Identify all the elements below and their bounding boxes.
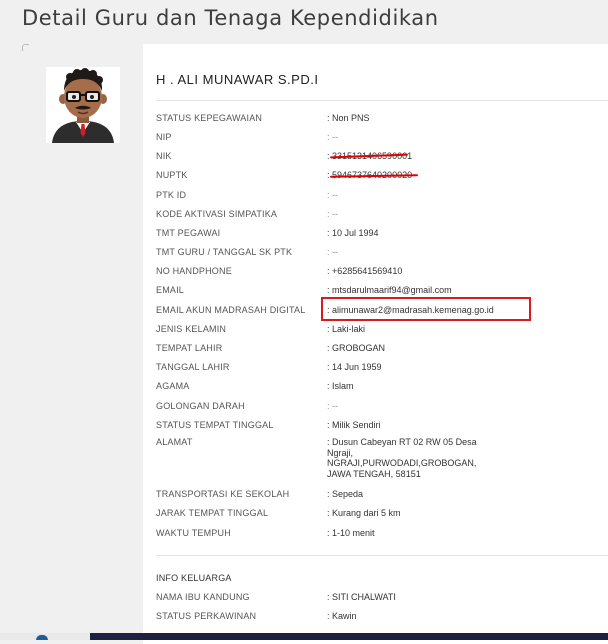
field-status-kepegawaian: STATUS KEPEGAWAIAN : Non PNS xyxy=(156,111,608,127)
field-value: : Non PNS xyxy=(327,113,370,123)
field-alamat: ALAMAT : Dusun Cabeyan RT 02 RW 05 Desa … xyxy=(156,437,608,485)
field-label: ALAMAT xyxy=(156,437,193,447)
field-golongan-darah: GOLONGAN DARAH : -- xyxy=(156,399,608,415)
field-status-tempat-tinggal: STATUS TEMPAT TINGGAL : Milik Sendiri xyxy=(156,418,608,434)
field-label: KODE AKTIVASI SIMPATIKA xyxy=(156,209,278,219)
field-value: : Islam xyxy=(327,381,354,391)
field-label: PTK ID xyxy=(156,190,187,200)
field-label: STATUS TEMPAT TINGGAL xyxy=(156,420,274,430)
field-label: NAMA IBU KANDUNG xyxy=(156,592,250,602)
field-label: NIP xyxy=(156,132,172,142)
field-jarak-tempat-tinggal: JARAK TEMPAT TINGGAL : Kurang dari 5 km xyxy=(156,506,608,522)
field-value: : Sepeda xyxy=(327,489,364,499)
avatar-illustration-icon xyxy=(46,67,120,143)
field-value: : -- xyxy=(327,247,338,257)
field-tmt-pegawai: TMT PEGAWAI : 10 Jul 1994 xyxy=(156,226,608,242)
field-label: TEMPAT LAHIR xyxy=(156,343,223,353)
field-value: : +6285641569410 xyxy=(327,266,403,276)
field-label: GOLONGAN DARAH xyxy=(156,401,245,411)
teacher-name: H . ALI MUNAWAR S.PD.I xyxy=(156,72,319,87)
field-transportasi: TRANSPORTASI KE SEKOLAH : Sepeda xyxy=(156,487,608,503)
field-label: WAKTU TEMPUH xyxy=(156,528,231,538)
field-value: : Kawin xyxy=(327,611,357,621)
field-tmt-guru: TMT GURU / TANGGAL SK PTK : -- xyxy=(156,245,608,261)
section-divider xyxy=(156,555,608,556)
field-tanggal-lahir: TANGGAL LAHIR : 14 Jun 1959 xyxy=(156,360,608,376)
field-label: AGAMA xyxy=(156,381,190,391)
field-label: STATUS KEPEGAWAIAN xyxy=(156,113,263,123)
field-value: : 14 Jun 1959 xyxy=(327,362,382,372)
field-value: : -- xyxy=(327,401,338,411)
field-value: : -- xyxy=(327,132,338,142)
panel-corner-mark xyxy=(22,44,29,51)
field-value: : 10 Jul 1994 xyxy=(327,228,379,238)
field-label: TMT GURU / TANGGAL SK PTK xyxy=(156,247,293,257)
field-nama-ibu-kandung: NAMA IBU KANDUNG : SITI CHALWATI xyxy=(156,590,608,606)
field-status-perkawinan: STATUS PERKAWINAN : Kawin xyxy=(156,609,608,625)
name-divider xyxy=(156,100,608,101)
field-value: : mtsdarulmaarif94@gmail.com xyxy=(327,285,452,295)
field-label: EMAIL AKUN MADRASAH DIGITAL xyxy=(156,305,306,315)
field-label: TMT PEGAWAI xyxy=(156,228,221,238)
page-title: Detail Guru dan Tenaga Kependidikan xyxy=(22,6,439,30)
field-tempat-lahir: TEMPAT LAHIR : GROBOGAN xyxy=(156,341,608,357)
field-agama: AGAMA : Islam xyxy=(156,379,608,395)
highlight-annotation-box xyxy=(321,297,531,321)
field-value: : Dusun Cabeyan RT 02 RW 05 Desa Ngraji,… xyxy=(327,437,477,479)
field-label: NIK xyxy=(156,151,172,161)
family-section-heading: INFO KELUARGA xyxy=(156,571,608,587)
field-value: : SITI CHALWATI xyxy=(327,592,396,602)
field-label: NUPTK xyxy=(156,170,188,180)
field-value: : Milik Sendiri xyxy=(327,420,381,430)
field-label: TANGGAL LAHIR xyxy=(156,362,230,372)
field-nik: NIK : 3315131406590001 xyxy=(156,149,608,165)
field-label: JENIS KELAMIN xyxy=(156,324,227,334)
field-no-handphone: NO HANDPHONE : +6285641569410 xyxy=(156,264,608,280)
field-label: NO HANDPHONE xyxy=(156,266,232,276)
field-value: : 1-10 menit xyxy=(327,528,375,538)
field-nip: NIP : -- xyxy=(156,130,608,146)
field-label: JARAK TEMPAT TINGGAL xyxy=(156,508,269,518)
field-value: : -- xyxy=(327,209,338,219)
field-value: : -- xyxy=(327,190,338,200)
avatar xyxy=(46,67,120,143)
field-label: STATUS PERKAWINAN xyxy=(156,611,257,621)
field-value: : Kurang dari 5 km xyxy=(327,508,401,518)
browser-icon[interactable] xyxy=(36,635,48,640)
field-waktu-tempuh: WAKTU TEMPUH : 1-10 menit xyxy=(156,526,608,542)
taskbar xyxy=(0,633,608,640)
field-jenis-kelamin: JENIS KELAMIN : Laki-laki xyxy=(156,322,608,338)
field-ptk-id: PTK ID : -- xyxy=(156,188,608,204)
field-label: TRANSPORTASI KE SEKOLAH xyxy=(156,489,290,499)
field-kode-aktivasi: KODE AKTIVASI SIMPATIKA : -- xyxy=(156,207,608,223)
field-value: : GROBOGAN xyxy=(327,343,386,353)
field-label: EMAIL xyxy=(156,285,185,295)
field-value: : Laki-laki xyxy=(327,324,366,334)
section-title: INFO KELUARGA xyxy=(156,573,232,583)
